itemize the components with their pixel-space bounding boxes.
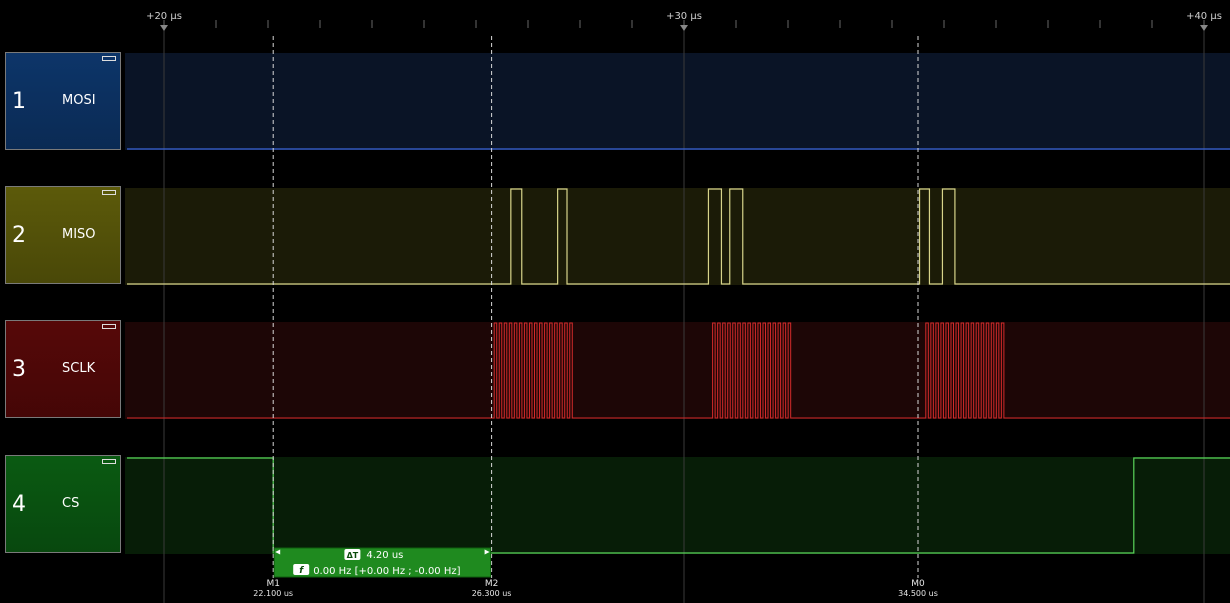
ruler-tick-label: +40 µs (1186, 11, 1222, 22)
channel-4-label[interactable]: 4 CS (5, 455, 121, 553)
channel-band (125, 53, 1230, 150)
frequency-value: 0.00 Hz [+0.00 Hz ; -0.00 Hz] (313, 566, 460, 577)
channel-number: 4 (12, 492, 26, 517)
waveform-plot[interactable]: +20 µs +30 µs +40 µs M122.100 us M226.300 us… (0, 0, 1230, 603)
channel-settings-icon[interactable] (102, 56, 116, 61)
marker-label: M0 (911, 579, 925, 589)
channel-settings-icon[interactable] (102, 324, 116, 329)
channel-3-label[interactable]: 3 SCLK (5, 320, 121, 418)
channel-number: 3 (12, 357, 26, 382)
marker-label: M2 (485, 579, 499, 589)
channel-band (125, 188, 1230, 285)
ruler-major-tick (1200, 25, 1208, 31)
delta-t-value: 4.20 us (366, 550, 403, 561)
measurement-box[interactable]: ΔT 4.20 usf 0.00 Hz [+0.00 Hz ; -0.00 Hz] (273, 547, 492, 578)
marker-time: 22.100 us (253, 589, 293, 598)
ruler-major-tick (680, 25, 688, 31)
ruler-tick-label: +30 µs (666, 11, 702, 22)
marker-label: M1 (266, 579, 280, 589)
ruler-tick-label: +20 µs (146, 11, 182, 22)
channel-1-label[interactable]: 1 MOSI (5, 52, 121, 150)
channel-number: 2 (12, 223, 26, 248)
channel-2-label[interactable]: 2 MISO (5, 186, 121, 284)
channel-name: SCLK (62, 361, 96, 376)
channel-name: MOSI (62, 93, 96, 108)
channel-band (125, 457, 1230, 554)
channel-name: MISO (62, 227, 96, 242)
logic-analyzer-view[interactable]: +20 µs +30 µs +40 µs M1 22.100 us M2 26.300 us… (0, 0, 1230, 603)
marker-time: 34.500 us (898, 589, 938, 598)
channel-number: 1 (12, 89, 26, 114)
channel-settings-icon[interactable] (102, 459, 116, 464)
channel-band (125, 322, 1230, 419)
channel-name: CS (62, 496, 80, 511)
delta-t-icon-label: ΔT (347, 551, 359, 560)
marker-time: 26.300 us (472, 589, 512, 598)
ruler-major-tick (160, 25, 168, 31)
channel-settings-icon[interactable] (102, 190, 116, 195)
